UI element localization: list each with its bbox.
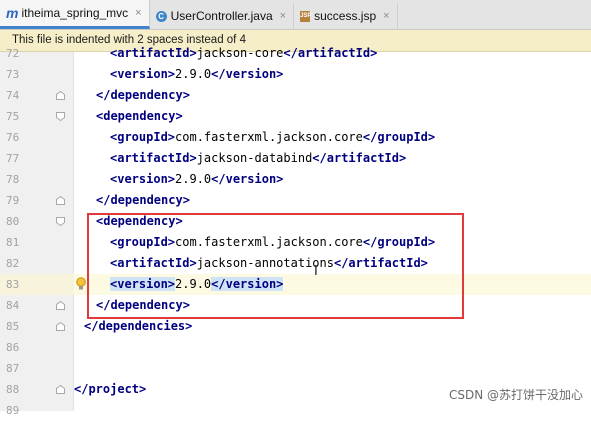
line-number: 85 (6, 320, 20, 333)
code-line[interactable]: 79 </dependency> (0, 190, 591, 211)
code-line[interactable]: 77 <artifactId>jackson-databind</artifact… (0, 148, 591, 169)
close-icon[interactable]: × (280, 10, 286, 22)
line-number: 79 (6, 194, 20, 207)
fold-marker-icon[interactable] (56, 217, 65, 226)
xml-tag: </project> (74, 382, 147, 396)
tab-user-controller[interactable]: C UserController.java × (150, 3, 295, 29)
code-line[interactable]: 73 <version>2.9.0</version> (0, 64, 591, 85)
xml-tag: </artifactId> (312, 151, 407, 165)
code-text[interactable]: <groupId>com.fasterxml.jackson.core</gro… (110, 127, 435, 148)
fold-marker-icon[interactable] (56, 112, 65, 121)
line-number: 76 (6, 131, 20, 144)
line-number: 80 (6, 215, 20, 228)
xml-tag: <version> (110, 67, 176, 81)
code-text[interactable]: </project> (74, 379, 146, 400)
xml-tag: </artifactId> (283, 46, 378, 60)
tab-label: success.jsp (314, 9, 377, 23)
tab-success-jsp[interactable]: JSP success.jsp × (294, 3, 398, 29)
xml-text: jackson-core (196, 46, 284, 60)
xml-tag: </dependencies> (84, 319, 193, 333)
tab-label: UserController.java (170, 9, 273, 23)
code-text[interactable]: <artifactId>jackson-core</artifactId> (110, 43, 377, 64)
tab-label: itheima_spring_mvc (21, 6, 129, 20)
code-line[interactable]: 78 <version>2.9.0</version> (0, 169, 591, 190)
jsp-file-icon: JSP (300, 10, 311, 22)
lightbulb-icon[interactable] (76, 277, 86, 291)
line-number: 77 (6, 152, 20, 165)
code-line[interactable]: 74 </dependency> (0, 85, 591, 106)
line-number: 83 (6, 278, 20, 291)
code-text[interactable]: <dependency> (96, 106, 183, 127)
xml-tag: <dependency> (96, 109, 183, 123)
xml-tag: <version> (110, 172, 176, 186)
line-number: 75 (6, 110, 20, 123)
code-line[interactable]: 75 <dependency> (0, 106, 591, 127)
line-number: 73 (6, 68, 20, 81)
code-line[interactable]: 85 </dependencies> (0, 316, 591, 337)
xml-text: 2.9.0 (175, 67, 212, 81)
fold-marker-icon[interactable] (56, 91, 65, 100)
line-number: 72 (6, 47, 20, 60)
xml-text: 2.9.0 (175, 172, 212, 186)
text-cursor-icon: I (314, 264, 318, 279)
java-class-icon: C (155, 10, 167, 22)
xml-tag: <artifactId> (110, 46, 197, 60)
line-number: 87 (6, 362, 20, 375)
code-line[interactable]: 86 (0, 337, 591, 358)
fold-marker-icon[interactable] (56, 322, 65, 331)
xml-tag: </version> (211, 172, 284, 186)
watermark: CSDN @苏打饼干没加心 (448, 388, 583, 402)
xml-tag: <groupId> (110, 130, 176, 144)
line-number: 88 (6, 383, 20, 396)
xml-tag: </groupId> (362, 130, 436, 144)
code-line[interactable]: 87 (0, 358, 591, 379)
xml-tag: <artifactId> (110, 151, 197, 165)
maven-m-icon: m (6, 5, 19, 21)
line-number: 81 (6, 236, 20, 249)
code-text[interactable]: </dependency> (96, 190, 190, 211)
code-line[interactable]: 76 <groupId>com.fasterxml.jackson.core</g… (0, 127, 591, 148)
line-number: 84 (6, 299, 20, 312)
fold-marker-icon[interactable] (56, 196, 65, 205)
line-number: 86 (6, 341, 20, 354)
fold-marker-icon[interactable] (56, 385, 65, 394)
tab-itheima-spring-mvc[interactable]: m itheima_spring_mvc × (0, 0, 150, 29)
selection-highlight-box (87, 213, 464, 319)
code-text[interactable]: </dependency> (96, 85, 190, 106)
xml-tag: </version> (211, 67, 284, 81)
fold-marker-icon[interactable] (56, 301, 65, 310)
close-icon[interactable]: × (135, 7, 141, 19)
close-icon[interactable]: × (383, 10, 389, 22)
code-text[interactable]: <artifactId>jackson-databind</artifactId… (110, 148, 406, 169)
xml-text: com.fasterxml.jackson.core (175, 130, 363, 144)
line-number: 74 (6, 89, 20, 102)
code-text[interactable]: <version>2.9.0</version> (110, 64, 283, 85)
xml-tag: </dependency> (96, 88, 190, 102)
xml-tag: </dependency> (96, 193, 190, 207)
editor-tab-bar: m itheima_spring_mvc × C UserController.… (0, 0, 591, 30)
code-line[interactable]: 72 <artifactId>jackson-core</artifactId> (0, 43, 591, 64)
xml-text: jackson-databind (196, 151, 313, 165)
line-number: 78 (6, 173, 20, 186)
code-text[interactable]: </dependencies> (84, 316, 192, 337)
code-text[interactable]: <version>2.9.0</version> (110, 169, 283, 190)
line-number: 82 (6, 257, 20, 270)
